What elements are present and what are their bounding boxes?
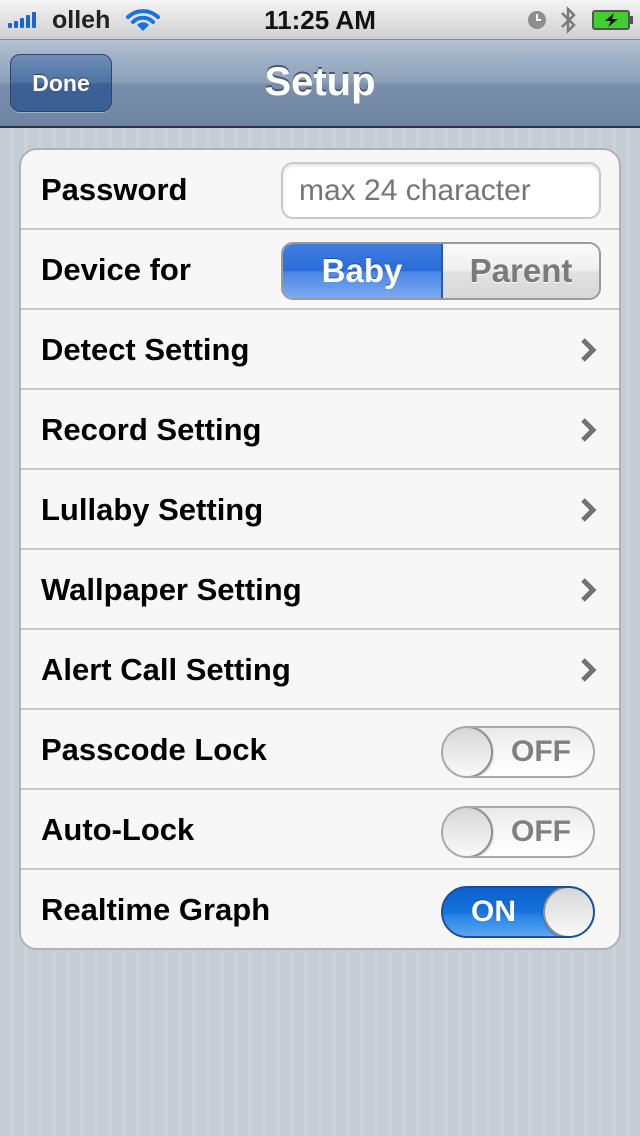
auto-lock-toggle[interactable]: OFF [441, 806, 595, 858]
chevron-right-icon [581, 498, 597, 522]
toggle-knob[interactable] [443, 808, 493, 856]
chevron-right-icon [581, 418, 597, 442]
toggle-knob[interactable] [443, 728, 493, 776]
segment-parent[interactable]: Parent [443, 244, 599, 298]
navigation-bar: Done Setup [0, 40, 640, 128]
auto-lock-row: Auto-Lock OFF [21, 790, 619, 870]
row-label: Detect Setting [41, 332, 250, 367]
bluetooth-icon [559, 5, 577, 40]
lullaby-setting-row[interactable]: Lullaby Setting [21, 470, 619, 550]
toggle-knob[interactable] [543, 888, 593, 936]
toggle-state-text: OFF [511, 815, 571, 848]
alarm-clock-icon [527, 10, 547, 35]
settings-table: Password Device for Baby Parent Detect S… [19, 148, 621, 950]
row-label: Realtime Graph [41, 892, 271, 927]
row-label: Record Setting [41, 412, 262, 447]
record-setting-row[interactable]: Record Setting [21, 390, 619, 470]
segment-baby[interactable]: Baby [283, 244, 443, 298]
realtime-graph-row: Realtime Graph ON [21, 870, 619, 948]
password-label: Password [41, 172, 188, 207]
device-for-label: Device for [41, 252, 191, 287]
device-for-segmented-control: Baby Parent [281, 242, 601, 300]
realtime-graph-toggle[interactable]: ON [441, 886, 595, 938]
password-input[interactable] [281, 162, 601, 219]
row-label: Auto-Lock [41, 812, 195, 847]
row-label: Wallpaper Setting [41, 572, 302, 607]
chevron-right-icon [581, 658, 597, 682]
passcode-lock-row: Passcode Lock OFF [21, 710, 619, 790]
alert-call-setting-row[interactable]: Alert Call Setting [21, 630, 619, 710]
password-row: Password [21, 150, 619, 230]
chevron-right-icon [581, 578, 597, 602]
row-label: Passcode Lock [41, 732, 267, 767]
toggle-state-text: OFF [511, 735, 571, 768]
wallpaper-setting-row[interactable]: Wallpaper Setting [21, 550, 619, 630]
chevron-right-icon [581, 338, 597, 362]
row-label: Lullaby Setting [41, 492, 264, 527]
page-title: Setup [264, 60, 376, 104]
battery-charging-icon [592, 10, 634, 35]
passcode-lock-toggle[interactable]: OFF [441, 726, 595, 778]
status-bar: olleh 11:25 AM [0, 0, 640, 40]
toggle-state-text: ON [471, 895, 516, 928]
row-label: Alert Call Setting [41, 652, 291, 687]
detect-setting-row[interactable]: Detect Setting [21, 310, 619, 390]
